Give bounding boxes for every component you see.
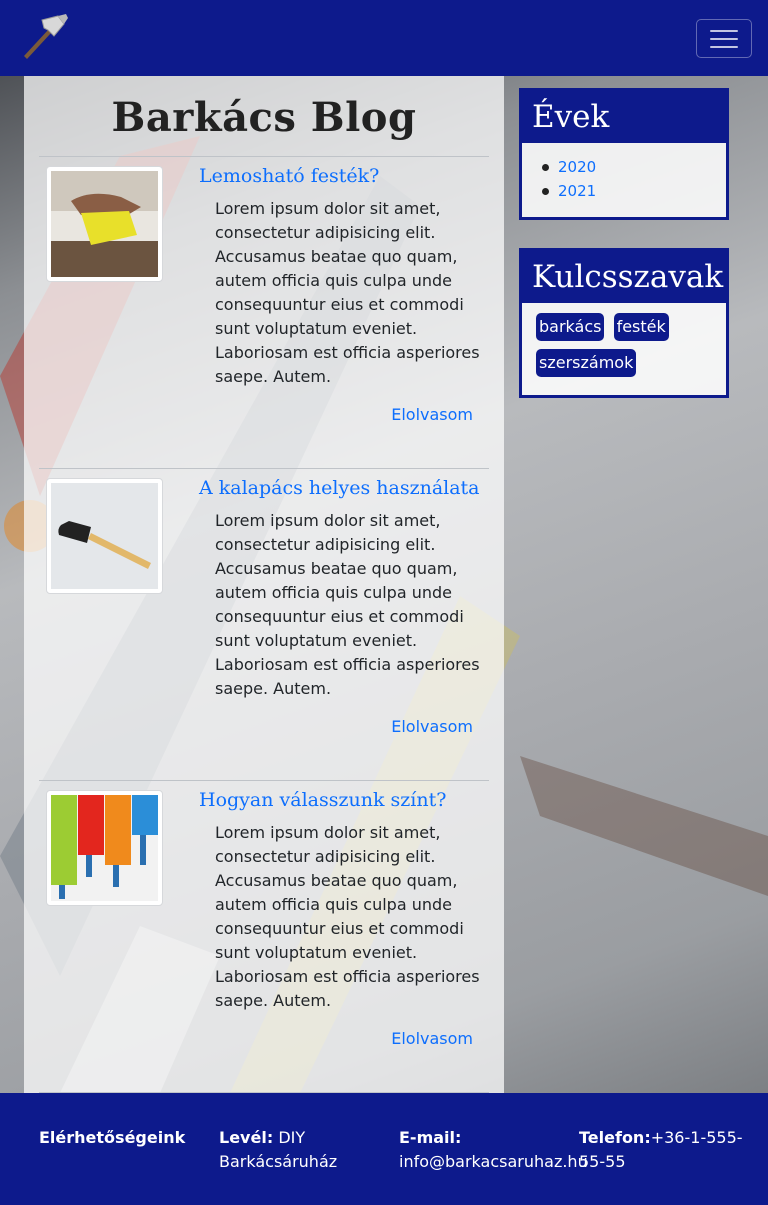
year-link-2021[interactable]: 2021	[558, 182, 596, 200]
years-heading: Évek	[522, 91, 726, 143]
footer-email: E-mail: info@barkacsaruhaz.hu	[399, 1126, 588, 1174]
list-item: 2020	[542, 155, 726, 179]
email-label: E-mail:	[399, 1128, 462, 1147]
read-more-link[interactable]: Elolvasom	[391, 405, 473, 424]
page-title: Barkács Blog	[111, 94, 417, 141]
keyword-tags: barkács festék szerszámok	[522, 303, 726, 395]
hamburger-line	[710, 45, 738, 48]
post-excerpt: Lorem ipsum dolor sit amet, consectetur …	[215, 823, 480, 1010]
keyword-tag-festek[interactable]: festék	[613, 313, 669, 341]
phone-label: Telefon:	[579, 1128, 651, 1147]
post-thumbnail	[46, 790, 163, 906]
navbar-toggler-button[interactable]	[696, 19, 752, 58]
hammer-icon[interactable]	[14, 10, 70, 66]
site-footer: Elérhetőségeink Levél: DIY Barkácsáruház…	[0, 1093, 768, 1205]
post-title[interactable]: Hogyan válasszunk színt?	[199, 789, 446, 811]
hamburger-line	[710, 37, 738, 40]
keywords-card: Kulcsszavak barkács festék szerszámok	[519, 248, 729, 398]
top-navbar	[0, 0, 768, 76]
letter-label: Levél:	[219, 1128, 274, 1147]
hammer-image	[51, 483, 158, 589]
post-title[interactable]: A kalapács helyes használata	[199, 477, 480, 499]
blog-post: A kalapács helyes használata Lorem ipsum…	[39, 468, 489, 780]
blog-main: Barkács Blog Lemosható festék? Lorem ips…	[24, 76, 504, 1093]
contacts-label: Elérhetőségeink	[39, 1128, 186, 1147]
blog-post: Hogyan válasszunk színt? Lorem ipsum dol…	[39, 780, 489, 1093]
sponge-window-image	[51, 171, 158, 277]
post-title[interactable]: Lemosható festék?	[199, 165, 379, 187]
post-thumbnail	[46, 478, 163, 594]
year-link-2020[interactable]: 2020	[558, 158, 596, 176]
keywords-heading: Kulcsszavak	[522, 251, 726, 303]
read-more-link[interactable]: Elolvasom	[391, 1029, 473, 1048]
blog-post: Lemosható festék? Lorem ipsum dolor sit …	[39, 156, 489, 468]
footer-phone: Telefon:+36-1-555-55-55	[579, 1126, 764, 1174]
keyword-tag-szerszamok[interactable]: szerszámok	[536, 349, 637, 377]
post-excerpt: Lorem ipsum dolor sit amet, consectetur …	[215, 199, 480, 386]
keyword-tag-barkacs[interactable]: barkács	[536, 313, 605, 341]
post-excerpt: Lorem ipsum dolor sit amet, consectetur …	[215, 511, 480, 698]
hamburger-line	[710, 29, 738, 32]
post-thumbnail	[46, 166, 163, 282]
footer-contacts: Elérhetőségeink	[39, 1126, 209, 1150]
read-more-link[interactable]: Elolvasom	[391, 717, 473, 736]
paint-rollers-image	[51, 795, 158, 901]
years-card: Évek 2020 2021	[519, 88, 729, 220]
email-value[interactable]: info@barkacsaruhaz.hu	[399, 1152, 588, 1171]
list-item: 2021	[542, 179, 726, 203]
years-list: 2020 2021	[522, 143, 726, 217]
footer-letter: Levél: DIY Barkácsáruház	[219, 1126, 389, 1174]
